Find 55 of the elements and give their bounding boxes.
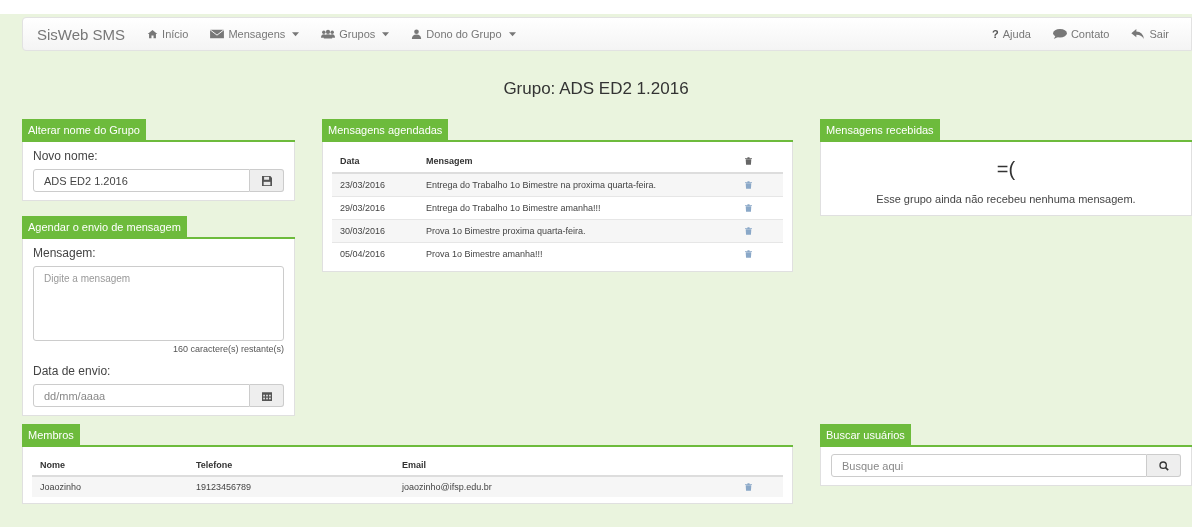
table-cell: joaozinho@ifsp.edu.br bbox=[394, 476, 737, 497]
caret-icon bbox=[508, 31, 516, 37]
sad-emoticon: =( bbox=[995, 158, 1017, 181]
field-label: Data de envio: bbox=[33, 364, 112, 378]
trash-icon bbox=[745, 157, 752, 165]
trash-icon[interactable] bbox=[745, 250, 752, 258]
panel-title: Buscar usuários bbox=[820, 424, 911, 445]
search-icon bbox=[1158, 460, 1169, 471]
speech-bubble-icon bbox=[1052, 29, 1067, 39]
trash-icon[interactable] bbox=[745, 227, 752, 235]
home-icon bbox=[147, 29, 159, 39]
search-field[interactable]: Busque aqui bbox=[831, 454, 1147, 477]
calendar-icon bbox=[261, 390, 272, 401]
group-name-field[interactable]: ADS ED2 1.2016 bbox=[33, 169, 250, 192]
envelope-icon bbox=[210, 29, 225, 39]
table-cell: 19123456789 bbox=[188, 476, 394, 497]
caret-icon bbox=[292, 31, 300, 37]
nav-link[interactable]: Dono do Grupo bbox=[411, 28, 516, 40]
nav-link[interactable]: Grupos bbox=[321, 28, 390, 40]
panel-title: Mensagens agendadas bbox=[322, 119, 449, 140]
field-label: Novo nome: bbox=[33, 149, 99, 163]
brand-link[interactable]: SisWeb SMS bbox=[37, 25, 126, 43]
nav-link[interactable]: Início bbox=[147, 28, 189, 40]
nav-link[interactable]: ? Ajuda bbox=[992, 28, 1031, 40]
search-button[interactable] bbox=[1147, 454, 1181, 477]
table-cell: Prova 1o Bimestre amanha!!! bbox=[418, 242, 737, 265]
user-icon bbox=[411, 29, 423, 39]
date-field[interactable]: dd/mm/aaaa bbox=[33, 384, 250, 407]
empty-message: Esse grupo ainda não recebeu nenhuma mensagem. bbox=[875, 193, 1137, 205]
trash-icon[interactable] bbox=[745, 181, 752, 189]
save-button[interactable] bbox=[250, 169, 284, 192]
message-field[interactable]: Digite a mensagem bbox=[33, 266, 284, 341]
table-cell: 05/04/2016 bbox=[332, 242, 418, 265]
table-cell: 30/03/2016 bbox=[332, 219, 418, 243]
character-counter: 160 caractere(s) restante(s) bbox=[171, 344, 284, 354]
table-cell: Prova 1o Bimestre proxima quarta-feira. bbox=[418, 219, 737, 243]
save-icon bbox=[261, 175, 272, 186]
users-icon bbox=[321, 29, 336, 39]
calendar-button[interactable] bbox=[250, 384, 284, 407]
panel-title: Alterar nome do Grupo bbox=[22, 119, 146, 140]
field-label: Mensagem: bbox=[33, 246, 97, 260]
caret-icon bbox=[382, 31, 390, 37]
nav-link[interactable]: Contato bbox=[1052, 28, 1110, 40]
page-title: Grupo: ADS ED2 1.2016 bbox=[502, 79, 690, 99]
trash-icon[interactable] bbox=[745, 204, 752, 212]
table-cell: Joaozinho bbox=[32, 476, 188, 497]
panel-title: Agendar o envio de mensagem bbox=[22, 216, 187, 237]
panel-title: Mensagens recebidas bbox=[820, 119, 940, 140]
trash-icon[interactable] bbox=[745, 483, 752, 491]
panel-title: Membros bbox=[22, 424, 80, 445]
table-cell: Entrega do Trabalho 1o Bimestre na proxima quarta-feira. bbox=[418, 173, 737, 197]
reply-arrow-icon bbox=[1131, 29, 1146, 39]
nav-link[interactable]: Mensagens bbox=[210, 28, 300, 40]
table-cell: 23/03/2016 bbox=[332, 173, 418, 197]
nav-link[interactable]: Sair bbox=[1131, 28, 1169, 40]
